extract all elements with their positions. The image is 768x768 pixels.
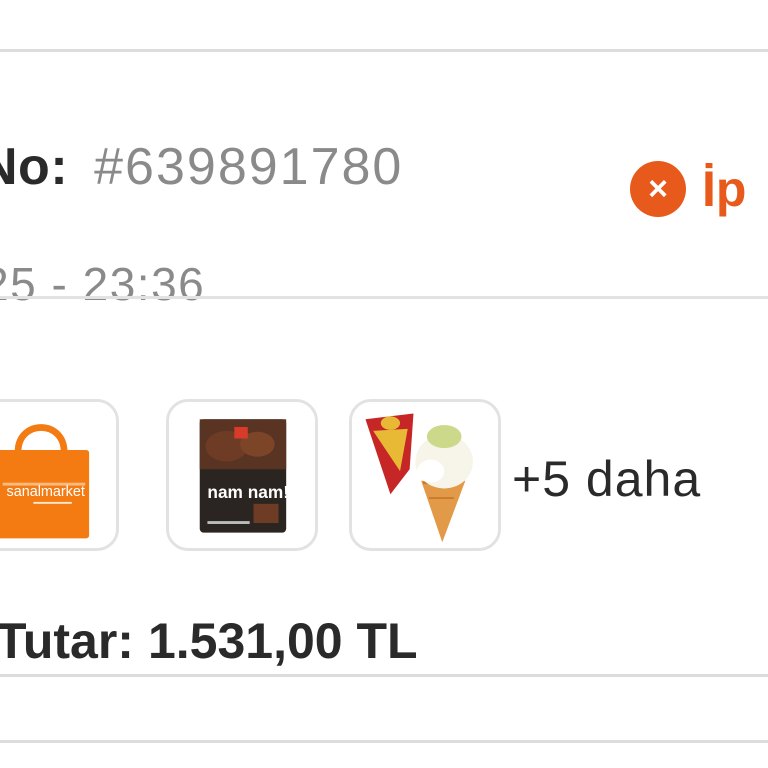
next-order-card[interactable] <box>0 740 768 768</box>
product-thumbnail-icecream[interactable] <box>349 399 501 551</box>
orders-screen: No: #639891780 025 - 23:36 × İp sanalmar… <box>0 0 768 768</box>
order-number-label: No: <box>0 138 69 196</box>
meat-package-image: nam nam! <box>169 402 315 548</box>
ice-cream-image <box>352 402 498 548</box>
product-thumbnail-bag[interactable]: sanalmarket <box>0 399 119 551</box>
order-number-row: No: #639891780 <box>0 137 403 197</box>
product-thumbnail-meat[interactable]: nam nam! <box>166 399 318 551</box>
total-value: 1.531,00 TL <box>147 613 418 669</box>
order-card[interactable]: No: #639891780 025 - 23:36 × İp sanalmar… <box>0 49 768 677</box>
order-total: Tutar: 1.531,00 TL <box>0 612 418 670</box>
close-icon: × <box>630 161 686 217</box>
more-items-label: +5 daha <box>512 451 702 507</box>
card-divider <box>0 296 768 299</box>
total-label: Tutar: <box>0 613 134 669</box>
shopping-bag-image: sanalmarket <box>0 402 116 548</box>
order-status-text: İp <box>702 161 747 217</box>
order-number-value: #639891780 <box>94 138 404 196</box>
meat-brand-text: nam nam! <box>207 482 289 502</box>
top-spacer <box>0 0 768 49</box>
bag-brand-text: sanalmarket <box>7 484 85 500</box>
order-date: 025 - 23:36 <box>0 258 206 310</box>
order-status: × İp <box>630 160 746 218</box>
